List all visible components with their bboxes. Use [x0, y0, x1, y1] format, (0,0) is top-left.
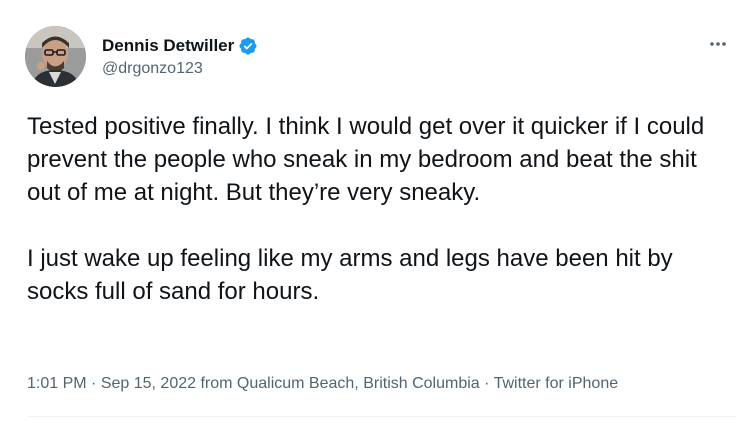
author-display-name[interactable]: Dennis Detwiller — [102, 36, 234, 56]
tweet-card: Dennis Detwiller @drgonzo123 Tested posi… — [0, 0, 751, 426]
meta-separator: · — [479, 375, 494, 392]
meta-separator: · — [86, 375, 101, 392]
tweet-metadata: 1:01 PM · Sep 15, 2022 from Qualicum Bea… — [27, 375, 618, 393]
tweet-date[interactable]: Sep 15, 2022 — [101, 375, 196, 392]
divider — [27, 416, 737, 417]
more-options-icon[interactable] — [707, 33, 729, 55]
verified-badge-icon — [238, 36, 258, 56]
tweet-source[interactable]: Twitter for iPhone — [494, 375, 619, 392]
tweet-time[interactable]: 1:01 PM — [27, 375, 87, 392]
author-handle[interactable]: @drgonzo123 — [102, 60, 203, 78]
tweet-location[interactable]: from Qualicum Beach, British Columbia — [196, 375, 479, 392]
avatar[interactable] — [25, 26, 86, 87]
avatar-image — [25, 26, 86, 87]
author-name-row[interactable]: Dennis Detwiller — [102, 35, 258, 57]
tweet-text: Tested positive finally. I think I would… — [27, 113, 705, 305]
